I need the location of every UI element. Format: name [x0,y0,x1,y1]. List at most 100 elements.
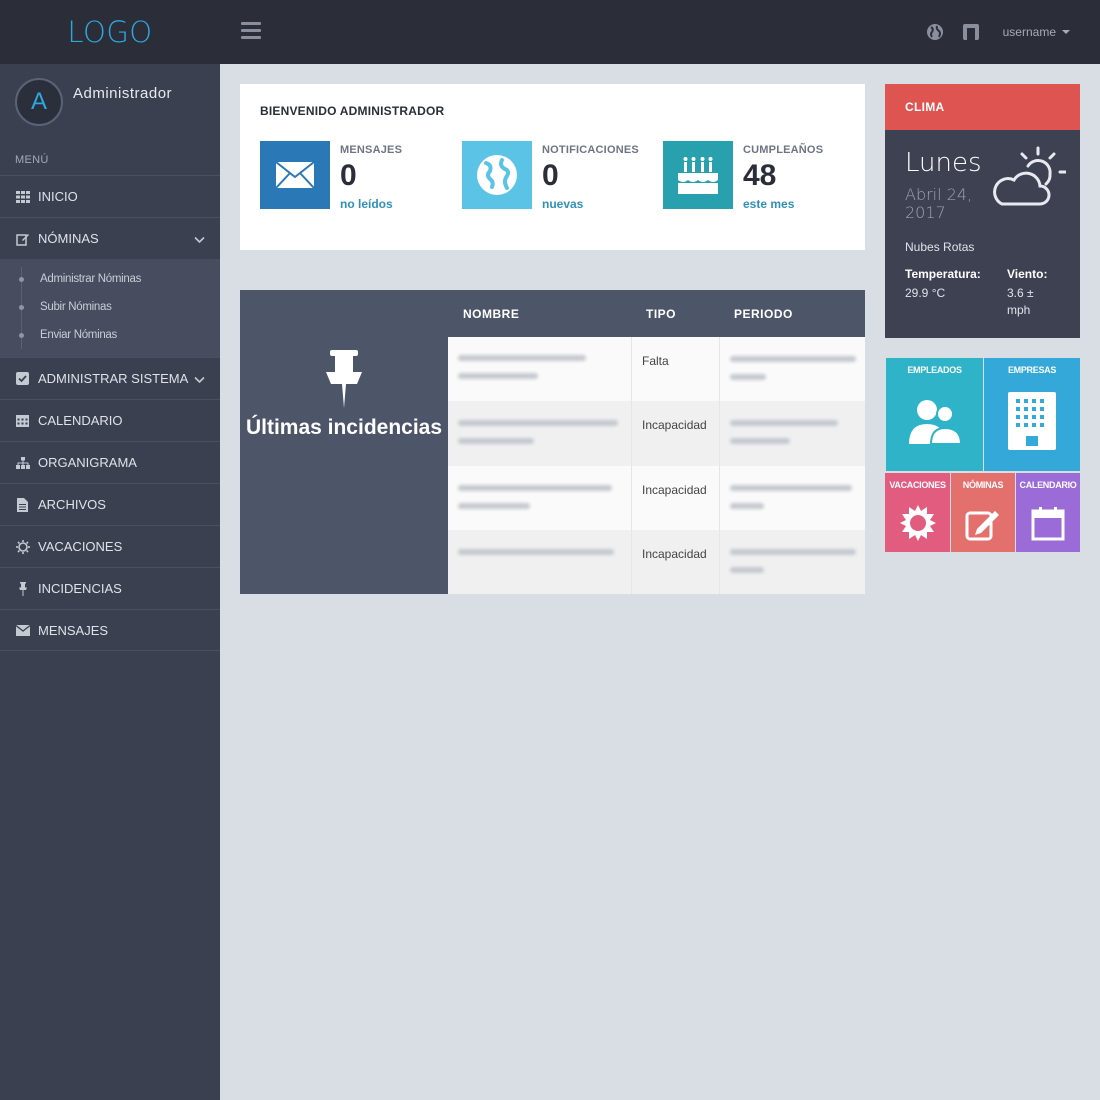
tile-label: NÓMINAS [962,480,1004,490]
profile: A Administrador [0,64,220,144]
welcome-title: BIENVENIDO ADMINISTRADOR [260,104,445,118]
tile-empresas[interactable]: EMPRESAS [984,358,1080,471]
pin-icon [15,581,30,596]
tile-calendario[interactable]: CALENDARIO [1016,473,1080,552]
cell-tipo: Incapacidad [632,465,720,530]
sidebar-item-organigrama[interactable]: ORGANIGRAMA [0,441,220,483]
stat-sub[interactable]: este mes [743,197,794,211]
tipo-text: Incapacidad [642,546,707,561]
sidebar-item-vacaciones[interactable]: VACACIONES [0,525,220,567]
partly-cloudy-icon [990,146,1068,213]
table-row[interactable]: Incapacidad [448,401,865,466]
wind-label: Viento: [1007,267,1048,281]
sidebar-item-label: MENSAJES [38,622,109,638]
weather-widget: CLIMA Lunes Abril 24, 2017 Nubes Rotas T… [885,84,1080,338]
envelope-icon [260,141,330,209]
profile-name: Administrador [73,85,173,102]
pin-icon [324,350,364,413]
sidebar-item-incidencias[interactable]: INCIDENCIAS [0,567,220,609]
table-row[interactable]: Incapacidad [448,529,865,594]
cell-periodo [720,530,865,594]
sidebar-item-nominas[interactable]: NÓMINAS [0,217,220,259]
column-header-periodo[interactable]: PERIODO [734,307,793,321]
sidebar-item-label: CALENDARIO [38,413,123,428]
cell-periodo [720,401,865,465]
stat-label: MENSAJES [340,144,403,156]
stat-label: CUMPLEAÑOS [743,144,824,156]
calendar-icon [1016,507,1080,541]
weather-date: Abril 24, 2017 [905,185,973,222]
sidebar-item-mensajes[interactable]: MENSAJES [0,609,220,651]
window-icon[interactable] [961,22,981,42]
stat-value: 0 [340,159,357,192]
top-right-actions: username [925,0,1070,64]
calendar-icon [15,413,30,428]
tile-label: CALENDARIO [1019,480,1077,490]
sun-icon [885,505,950,541]
stat-sub[interactable]: nuevas [542,197,583,211]
stat-value: 0 [542,159,559,192]
hamburger-menu-icon[interactable] [241,22,261,40]
tile-label: EMPRESAS [1007,365,1057,375]
sidebar-item-administrar-sistema[interactable]: ADMINISTRAR SISTEMA [0,357,220,399]
cell-tipo: Falta [632,337,720,402]
sidebar-item-label: NÓMINAS [38,231,99,246]
incidencias-header: Últimas incidencias [240,290,448,594]
sidebar-item-label: INICIO [38,189,78,204]
sidebar-item-label: VACACIONES [38,539,123,554]
menu-label: MENÚ [15,154,49,166]
sidebar-item-archivos[interactable]: ARCHIVOS [0,483,220,525]
tile-label: VACACIONES [889,480,946,490]
cell-nombre [448,529,632,594]
weather-description: Nubes Rotas [905,240,975,254]
user-menu[interactable]: username [1003,25,1070,39]
sidebar-item-calendario[interactable]: CALENDARIO [0,399,220,441]
weather-header: CLIMA [885,84,1080,130]
weather-day: Lunes [905,148,982,178]
wind-value: 3.6 ± mph [1007,286,1034,317]
submenu-item[interactable]: Enviar Nóminas [0,321,220,349]
sidebar-item-inicio[interactable]: INICIO [0,175,220,217]
users-icon [886,398,983,446]
cell-nombre [448,465,632,530]
tipo-text: Falta [642,354,669,368]
checkbox-icon [15,371,30,386]
stat-sub[interactable]: no leídos [340,197,393,211]
table-row[interactable]: Incapacidad [448,465,865,530]
globe-icon [462,141,532,209]
sidebar-item-label: INCIDENCIAS [38,581,122,596]
table-row[interactable]: Falta [448,337,865,402]
file-icon [15,497,30,512]
cell-nombre [448,401,632,466]
globe-icon[interactable] [925,22,945,42]
tile-label: EMPLEADOS [907,365,962,375]
avatar[interactable]: A [15,78,63,126]
temperature-value: 29.9 °C [905,286,946,300]
edit-icon [951,507,1015,541]
tipo-text: Incapacidad [642,482,707,497]
sun-icon [15,539,30,554]
tile-vacaciones[interactable]: VACACIONES [885,473,950,552]
submenu-nominas: Administrar Nóminas Subir Nóminas Enviar… [0,259,220,357]
chevron-down-icon [194,372,205,387]
column-header-nombre[interactable]: NOMBRE [463,307,519,321]
grid-icon [15,189,30,204]
submenu-item[interactable]: Administrar Nóminas [0,265,220,293]
submenu-item[interactable]: Subir Nóminas [0,293,220,321]
incidencias-title: Últimas incidencias [245,416,443,439]
logo[interactable]: LOGO [0,0,220,64]
birthday-cake-icon [663,141,733,209]
cell-nombre [448,337,632,402]
envelope-icon [15,623,30,638]
cell-periodo [720,337,865,401]
tile-empleados[interactable]: EMPLEADOS [886,358,983,471]
edit-icon [15,231,30,246]
tipo-text: Incapacidad [642,418,707,433]
top-bar: LOGO username [0,0,1100,64]
sitemap-icon [15,455,30,470]
welcome-card: BIENVENIDO ADMINISTRADOR MENSAJES 0 no l… [240,84,865,250]
tile-nominas[interactable]: NÓMINAS [951,473,1015,552]
logo-text: LOGO [67,15,153,49]
cell-tipo: Incapacidad [632,401,720,466]
column-header-tipo[interactable]: TIPO [646,307,676,321]
